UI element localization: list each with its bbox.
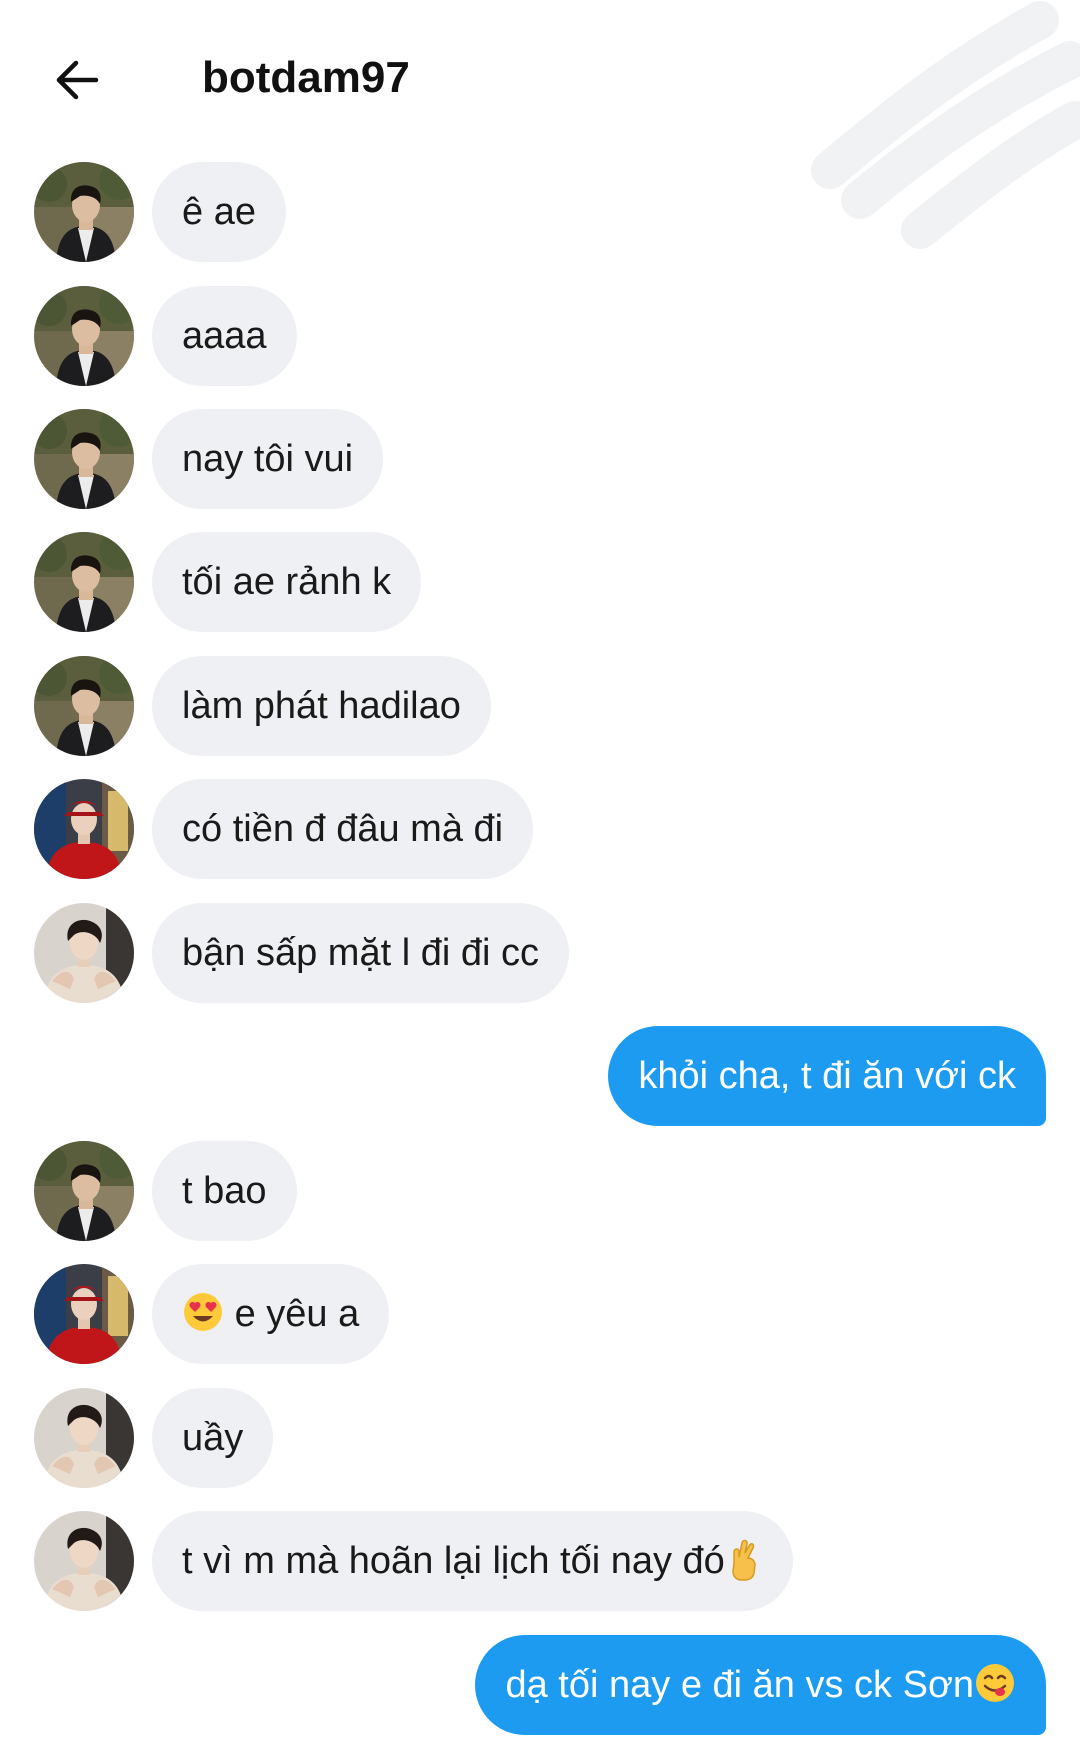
message-row-incoming: t vì m mà hoãn lại lịch tối nay đó [0, 1511, 1080, 1611]
message-list: ê ae aaaa nay tôi vui tối ae rảnh k làm … [0, 0, 1080, 1744]
message-row-incoming: có tiền đ đâu mà đi [0, 779, 1080, 879]
message-bubble[interactable]: khỏi cha, t đi ăn với ck [608, 1026, 1046, 1126]
message-bubble[interactable]: uầy [152, 1388, 274, 1488]
message-bubble[interactable]: e yêu a [152, 1264, 390, 1364]
message-row-outgoing: khỏi cha, t đi ăn với ck [0, 1026, 1080, 1126]
message-text: tối ae rảnh k [182, 561, 392, 603]
sender-avatar[interactable] [34, 1388, 134, 1488]
message-text: e yêu a [234, 1293, 360, 1335]
message-row-incoming: nay tôi vui [0, 409, 1080, 509]
yum-face-emoji-icon [976, 1663, 1014, 1702]
message-bubble[interactable]: dạ tối nay e đi ăn vs ck Sơn [475, 1635, 1046, 1735]
sender-avatar[interactable] [34, 409, 134, 509]
message-bubble[interactable]: t bao [152, 1141, 297, 1241]
message-bubble[interactable]: làm phát hadilao [152, 656, 491, 756]
message-text: nay tôi vui [182, 438, 354, 480]
sender-avatar[interactable] [34, 1141, 134, 1241]
message-text: dạ tối nay e đi ăn vs ck Sơn [505, 1664, 974, 1706]
sender-avatar[interactable] [34, 903, 134, 1003]
message-text: t vì m mà hoãn lại lịch tối nay đó [182, 1540, 725, 1582]
message-text: ê ae [182, 191, 256, 233]
sender-avatar[interactable] [34, 286, 134, 386]
message-row-incoming: làm phát hadilao [0, 656, 1080, 756]
message-text: có tiền đ đâu mà đi [182, 808, 504, 850]
message-bubble[interactable]: có tiền đ đâu mà đi [152, 779, 534, 879]
message-bubble[interactable]: nay tôi vui [152, 409, 384, 509]
sender-avatar[interactable] [34, 779, 134, 879]
message-bubble[interactable]: aaaa [152, 286, 297, 386]
message-row-incoming: uầy [0, 1388, 1080, 1488]
sender-avatar[interactable] [34, 1511, 134, 1611]
message-text: uầy [182, 1417, 244, 1459]
sender-avatar[interactable] [34, 162, 134, 262]
message-row-outgoing: dạ tối nay e đi ăn vs ck Sơn [0, 1635, 1080, 1735]
message-bubble[interactable]: tối ae rảnh k [152, 532, 422, 632]
message-row-incoming: tối ae rảnh k [0, 532, 1080, 632]
sender-avatar[interactable] [34, 532, 134, 632]
message-bubble[interactable]: bận sấp mặt l đi đi cc [152, 903, 569, 1003]
sender-avatar[interactable] [34, 1264, 134, 1364]
crossed-fingers-emoji-icon [732, 1539, 756, 1581]
heart-eyes-emoji-icon [184, 1292, 222, 1331]
message-row-incoming: t bao [0, 1141, 1080, 1241]
message-text: khỏi cha, t đi ăn với ck [638, 1055, 1016, 1097]
sender-avatar[interactable] [34, 656, 134, 756]
message-row-incoming: bận sấp mặt l đi đi cc [0, 903, 1080, 1003]
message-row-incoming: aaaa [0, 286, 1080, 386]
message-text: bận sấp mặt l đi đi cc [182, 932, 539, 974]
message-text: aaaa [182, 315, 267, 357]
message-text: làm phát hadilao [182, 685, 461, 727]
message-bubble[interactable]: ê ae [152, 162, 286, 262]
message-text: t bao [182, 1170, 267, 1212]
message-row-incoming: ê ae [0, 162, 1080, 262]
message-row-incoming: e yêu a [0, 1264, 1080, 1364]
message-bubble[interactable]: t vì m mà hoãn lại lịch tối nay đó [152, 1511, 793, 1611]
